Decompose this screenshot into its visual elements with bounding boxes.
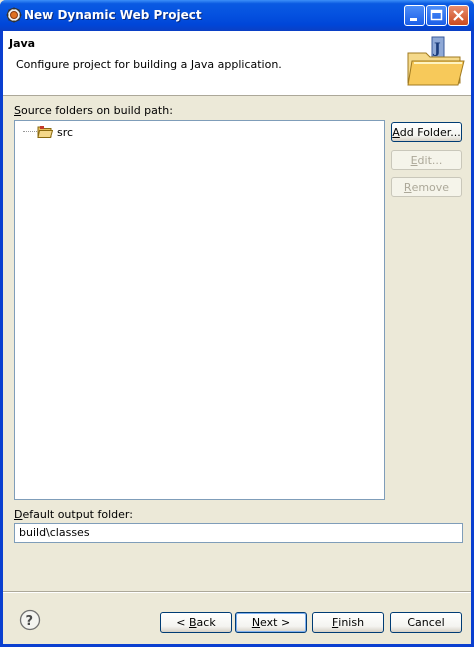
eclipse-gear-icon [6,7,22,23]
next-button[interactable]: Next > [235,612,307,633]
minimize-button[interactable] [404,5,425,26]
output-folder-input[interactable]: build\classes [14,523,463,543]
svg-text:?: ? [26,614,34,629]
cancel-button[interactable]: Cancel [390,612,462,633]
edit-button[interactable]: Edit... [391,150,462,170]
svg-text:J: J [432,41,441,57]
tree-connector [23,131,37,132]
maximize-button[interactable] [426,5,447,26]
wizard-banner: Java Configure project for building a Ja… [3,31,471,96]
tree-item-label: src [57,125,74,139]
page-title: Java [9,37,36,50]
title-bar[interactable]: New Dynamic Web Project [0,0,474,31]
window-title: New Dynamic Web Project [24,8,202,22]
close-icon [453,10,464,21]
java-folder-wizard-icon: J [407,36,465,86]
source-folders-label: Source folders on build path: [14,104,173,117]
finish-button[interactable]: Finish [312,612,384,633]
output-folder-label: Default output folder: [14,508,133,521]
page-description: Configure project for building a Java ap… [16,58,282,71]
minimize-icon [410,18,417,21]
source-folder-icon [37,126,53,138]
maximize-icon [430,9,443,21]
add-folder-button[interactable]: Add Folder... [391,122,462,142]
help-icon[interactable]: ? [19,609,41,631]
remove-button[interactable]: Remove [391,177,462,197]
source-folders-tree[interactable]: src [14,120,385,500]
back-button[interactable]: < Back [160,612,232,633]
dialog-window: New Dynamic Web Project Java Configure p… [0,0,474,647]
close-button[interactable] [448,5,469,26]
tree-item-src[interactable]: src [37,125,73,139]
footer-separator [3,591,471,593]
